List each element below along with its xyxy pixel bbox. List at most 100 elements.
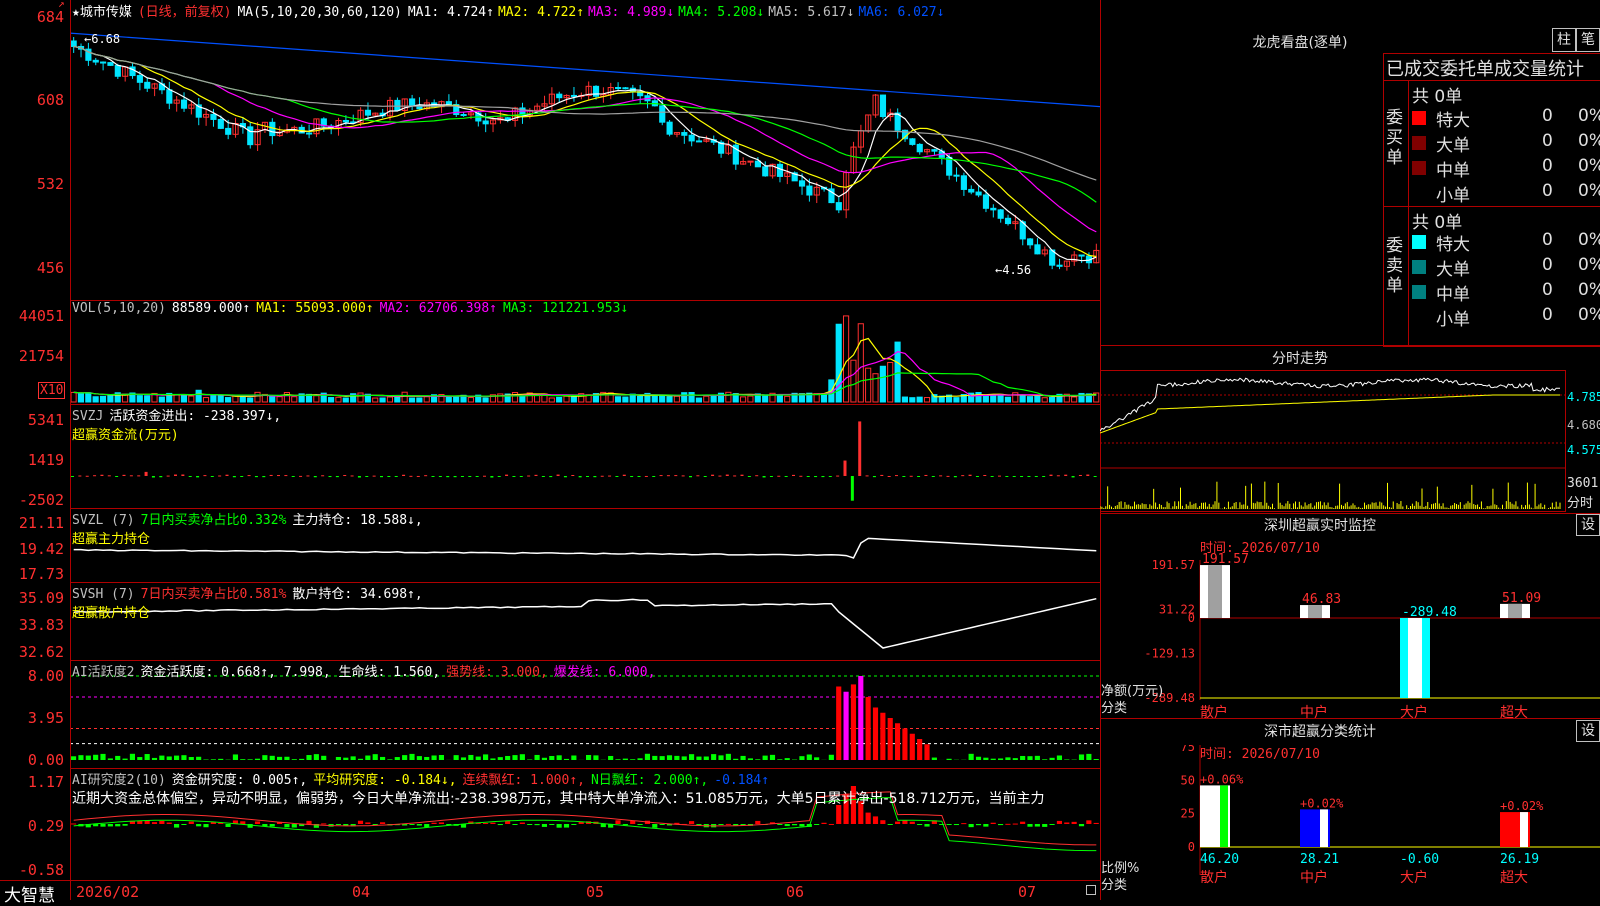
research-bar bbox=[799, 824, 804, 826]
svsh-axis-label: 35.09 bbox=[19, 589, 64, 607]
aihy-axis: 8.00 3.95 0.00 bbox=[0, 660, 70, 768]
activity-bar bbox=[93, 755, 98, 760]
tick-mode-button[interactable]: 笔 bbox=[1576, 28, 1600, 52]
flow-bar bbox=[1005, 476, 1008, 477]
period-label[interactable]: (日线，前复权) bbox=[138, 5, 232, 20]
svzj-axis: 5341 1419 -2502 bbox=[0, 404, 70, 508]
vol-bar bbox=[1035, 395, 1040, 402]
candle-body bbox=[307, 133, 312, 134]
flow-bar bbox=[564, 476, 567, 477]
vol-bar bbox=[483, 398, 488, 402]
research-bar bbox=[1027, 824, 1032, 827]
vol-bar bbox=[196, 390, 201, 402]
research-bar bbox=[1057, 821, 1062, 824]
research-bar bbox=[380, 822, 385, 824]
vol-bar bbox=[380, 398, 385, 402]
x-label: 04 bbox=[352, 883, 370, 901]
research-bar bbox=[542, 824, 547, 827]
classify-bar-shade bbox=[1520, 812, 1528, 847]
flow-bar bbox=[557, 475, 560, 476]
flow-bar bbox=[571, 475, 574, 476]
flow-bar bbox=[240, 476, 243, 477]
flow-bar bbox=[1020, 476, 1023, 477]
monitor-xlab: 分类 bbox=[1101, 697, 1127, 716]
order-stats-tabs[interactable]: 已成交委托单成交量统计 bbox=[1386, 55, 1600, 81]
color-swatch bbox=[1412, 136, 1426, 150]
lock-icon[interactable] bbox=[1086, 885, 1096, 895]
activity-bar bbox=[1035, 756, 1040, 760]
flow-bar bbox=[196, 476, 199, 477]
candle-body bbox=[616, 88, 621, 89]
activity-bar bbox=[417, 756, 422, 760]
activity-bar bbox=[836, 687, 841, 761]
classify-bars: 7550250+0.06%46.20散户+0.02%28.21中户-0.60大户… bbox=[1100, 745, 1600, 900]
ma-title: MA(5,10,20,30,60,120) bbox=[237, 5, 401, 20]
classify-settings-button[interactable]: 设 bbox=[1576, 720, 1600, 742]
flow-bar bbox=[380, 476, 383, 477]
stock-name[interactable]: ★城市传媒 bbox=[72, 5, 132, 20]
activity-bar bbox=[998, 758, 1003, 760]
flow-bar bbox=[1013, 476, 1016, 477]
candle-body bbox=[108, 63, 113, 66]
research-bar bbox=[638, 824, 643, 825]
row-name: 中单 bbox=[1436, 280, 1470, 305]
activity-bar bbox=[71, 756, 76, 760]
aiyj-axis-label: 1.17 bbox=[28, 773, 64, 791]
flow-bar bbox=[888, 476, 891, 477]
intraday-vol-unit: 分时 bbox=[1567, 492, 1593, 511]
aihy-strong: 强势线: 3.000, bbox=[446, 665, 548, 680]
flow-bar bbox=[203, 475, 206, 476]
activity-bar bbox=[277, 757, 282, 760]
row-pct: 0% bbox=[1578, 106, 1600, 126]
research-bar bbox=[108, 824, 113, 826]
vol-bar bbox=[270, 397, 275, 402]
flow-bar bbox=[277, 475, 280, 476]
color-swatch bbox=[1412, 111, 1426, 125]
candle-body bbox=[880, 95, 885, 116]
kline-panel[interactable] bbox=[70, 0, 1100, 301]
row-name: 大单 bbox=[1436, 255, 1470, 280]
flow-bar bbox=[733, 475, 736, 476]
activity-bar bbox=[557, 755, 562, 760]
row-count: 0 bbox=[1542, 305, 1553, 325]
ma-value-3: MA3: 4.989↓ bbox=[588, 5, 674, 20]
candle-body bbox=[218, 119, 223, 128]
activity-bar bbox=[748, 758, 753, 760]
vol-title-text: VOL(5,10,20) bbox=[72, 301, 166, 316]
row-pct: 0% bbox=[1578, 280, 1600, 300]
candle-body bbox=[954, 175, 959, 176]
flow-bar bbox=[233, 476, 236, 477]
candle-body bbox=[682, 133, 687, 136]
candle-body bbox=[446, 102, 451, 105]
row-name: 小单 bbox=[1436, 305, 1470, 330]
research-bar bbox=[969, 824, 974, 827]
activity-bar bbox=[704, 757, 709, 760]
svsh-sub: 超赢散户持仓 bbox=[72, 606, 150, 621]
activity-bar bbox=[630, 759, 635, 760]
svzj-title-text: SVZJ bbox=[72, 409, 103, 424]
activity-bar bbox=[571, 755, 576, 760]
row-pct: 0% bbox=[1578, 131, 1600, 151]
intraday-panel[interactable] bbox=[1100, 370, 1566, 512]
vol-bar bbox=[851, 360, 856, 402]
activity-bar bbox=[78, 755, 83, 760]
monitor-title: 深圳超赢实时监控 bbox=[1100, 515, 1540, 535]
activity-bar bbox=[696, 757, 701, 760]
vol-bar bbox=[726, 392, 731, 402]
vol-axis-label: 44051 bbox=[19, 307, 64, 325]
aiyj-lian: 连续飘红: 1.000↑, bbox=[463, 773, 585, 788]
bar-mode-button[interactable]: 柱 bbox=[1552, 28, 1576, 52]
activity-bar bbox=[777, 759, 782, 760]
activity-bar bbox=[947, 759, 952, 760]
vol-bar bbox=[248, 398, 253, 402]
vol-bar bbox=[1050, 397, 1055, 402]
monitor-settings-button[interactable]: 设 bbox=[1576, 514, 1600, 536]
flow-bar bbox=[373, 476, 376, 477]
vol-bar bbox=[108, 396, 113, 402]
monitor-bar-label: 46.83 bbox=[1302, 592, 1341, 607]
vol-bar bbox=[748, 396, 753, 402]
vol-bar bbox=[387, 397, 392, 402]
candle-body bbox=[917, 144, 922, 151]
vol-bar bbox=[917, 397, 922, 402]
row-name: 小单 bbox=[1436, 181, 1470, 206]
